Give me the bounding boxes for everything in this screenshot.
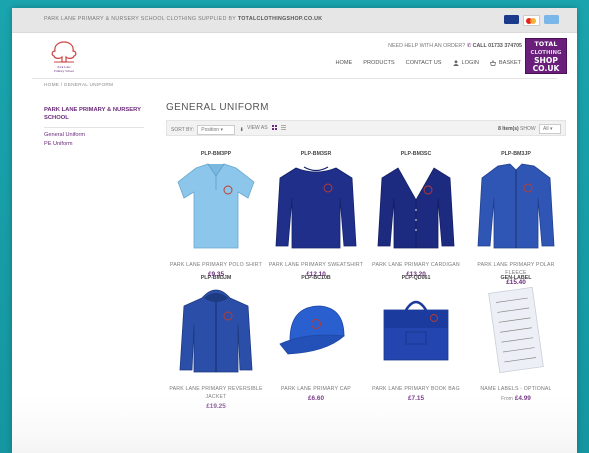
polo-shirt-image[interactable]: [166, 160, 266, 252]
sidebar-category[interactable]: PARK LANE PRIMARY & NURSERY SCHOOL: [44, 106, 144, 122]
page-title: GENERAL UNIFORM: [166, 102, 269, 113]
product-name[interactable]: PARK LANE PRIMARY CAP: [266, 385, 366, 393]
product-card[interactable]: PLP-BC10B PARK LANE PRIMARY CAP £6.60: [266, 275, 366, 402]
grid-view-icon[interactable]: [271, 125, 277, 131]
amex-card-icon: [544, 15, 559, 24]
main-nav: HOME PRODUCTS CONTACT US LOGIN BASKET: [335, 60, 521, 66]
header-divider: [32, 78, 557, 79]
view-as-control: VIEW AS: [247, 125, 287, 131]
list-view-icon[interactable]: [281, 125, 287, 131]
product-sku: PLP-BC10B: [301, 275, 331, 281]
product-price: £6.60: [308, 395, 324, 402]
phone-number[interactable]: CALL 01733 374705: [473, 43, 522, 49]
svg-text:Primary School: Primary School: [54, 69, 74, 73]
product-sku: PLP-BM3JM: [200, 275, 232, 281]
items-count: 8 Item(s): [498, 126, 519, 132]
product-name[interactable]: PARK LANE PRIMARY POLO SHIRT: [166, 261, 266, 269]
promo-link[interactable]: TOTALCLOTHINGSHOP.CO.UK: [238, 16, 323, 22]
help-line: NEED HELP WITH AN ORDER? ✆ CALL 01733 37…: [388, 43, 522, 49]
sweatshirt-image[interactable]: [266, 160, 366, 252]
school-logo[interactable]: Park Lane Primary School: [42, 38, 86, 74]
product-card[interactable]: PLP-BM3JP PARK LANE PRIMARY POLAR FLEECE…: [466, 151, 566, 286]
product-name[interactable]: PARK LANE PRIMARY CARDIGAN: [366, 261, 466, 269]
product-name[interactable]: NAME LABELS - OPTIONAL: [466, 385, 566, 393]
product-card[interactable]: PLP-BM3PP PARK LANE PRIMARY POLO SHIRT £…: [166, 151, 266, 278]
sidebar-link-pe-uniform[interactable]: PE Uniform: [44, 140, 144, 149]
product-name[interactable]: PARK LANE PRIMARY BOOK BAG: [366, 385, 466, 393]
sidebar-divider: [44, 127, 144, 128]
basket-icon: [489, 60, 496, 66]
product-name[interactable]: PARK LANE PRIMARY SWEATSHIRT: [266, 261, 366, 269]
show-select[interactable]: All ▾: [539, 124, 561, 134]
product-price: £7.15: [408, 395, 424, 402]
product-card[interactable]: PLP-BM3SC PARK LANE PRIMARY CARDIGAN £13…: [366, 151, 466, 278]
sort-select[interactable]: Position ▾: [197, 125, 236, 135]
nav-basket[interactable]: BASKET: [489, 60, 521, 66]
product-card[interactable]: PLP-QD061 PARK LANE PRIMARY BOOK BAG £7.…: [366, 275, 466, 402]
product-name[interactable]: PARK LANE PRIMARY REVERSIBLE JACKET: [166, 385, 266, 401]
product-sku: GEN-LABEL: [500, 275, 532, 281]
nav-login[interactable]: LOGIN: [453, 60, 479, 66]
nav-products[interactable]: PRODUCTS: [363, 60, 394, 66]
promo-text: PARK LANE PRIMARY & NURSERY SCHOOL CLOTH…: [44, 16, 323, 22]
mastercard-icon: [523, 15, 540, 26]
user-icon: [453, 60, 458, 66]
book-bag-image[interactable]: [366, 284, 466, 376]
jacket-image[interactable]: [166, 284, 266, 376]
product-sku: PLP-BM3SC: [400, 151, 432, 157]
payment-icons: [504, 15, 559, 26]
product-card[interactable]: GEN-LABEL NAME LABELS - OPTIONAL From £4.: [466, 275, 566, 402]
product-sku: PLP-QD061: [401, 275, 431, 281]
web-page: PARK LANE PRIMARY & NURSERY SCHOOL CLOTH…: [12, 8, 577, 453]
main-content: GENERAL UNIFORM SORT BY: Position ▾ ⬇ VI…: [166, 102, 566, 410]
product-sku: PLP-BM3JP: [501, 151, 531, 157]
top-bar: PARK LANE PRIMARY & NURSERY SCHOOL CLOTH…: [12, 8, 577, 33]
product-toolbar: SORT BY: Position ▾ ⬇ VIEW AS 8 Item(s) …: [166, 120, 566, 136]
sidebar: PARK LANE PRIMARY & NURSERY SCHOOL Gener…: [44, 106, 144, 149]
product-card[interactable]: PLP-BM3SR PARK LANE PRIMARY SWEATSHIRT £…: [266, 151, 366, 278]
product-price: £19.25: [206, 403, 226, 410]
phone-icon: ✆: [466, 43, 472, 49]
show-control: 8 Item(s) SHOW All ▾: [498, 124, 561, 134]
visa-card-icon: [504, 15, 519, 24]
nav-contact[interactable]: CONTACT US: [406, 60, 442, 66]
product-price: From £4.99: [501, 395, 531, 402]
sort-control: SORT BY: Position ▾ ⬇: [171, 125, 244, 135]
cardigan-image[interactable]: [366, 160, 466, 252]
cap-image[interactable]: [266, 284, 366, 376]
bottom-fade: [12, 393, 577, 453]
breadcrumb[interactable]: HOME / GENERAL UNIFORM: [44, 83, 113, 88]
product-sku: PLP-BM3SR: [300, 151, 332, 157]
sidebar-link-general-uniform[interactable]: General Uniform: [44, 131, 144, 140]
sort-direction-icon[interactable]: ⬇: [240, 127, 244, 133]
product-sku: PLP-BM3PP: [200, 151, 232, 157]
product-card[interactable]: PLP-BM3JM PARK LANE PRIMARY REVERSIBLE J…: [166, 275, 266, 410]
nav-home[interactable]: HOME: [335, 60, 352, 66]
brand-logo[interactable]: TOTAL CLOTHING SHOP CO.UK: [525, 38, 567, 74]
name-labels-image[interactable]: [466, 284, 566, 376]
fleece-image[interactable]: [466, 160, 566, 252]
